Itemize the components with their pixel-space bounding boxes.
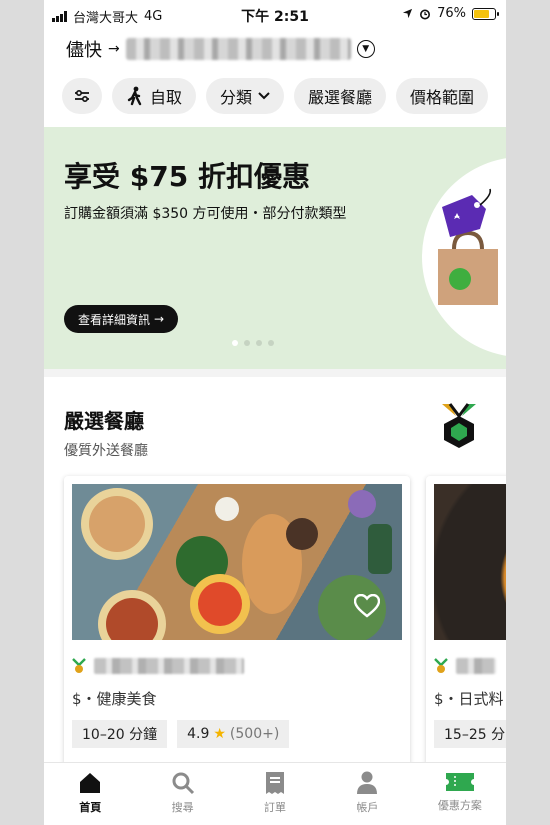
category-chip[interactable]: 分類	[206, 78, 285, 114]
restaurant-card[interactable]: $・日式料 15–25 分	[426, 476, 506, 766]
tab-orders[interactable]: 訂單	[229, 763, 321, 825]
top-eats-badge-icon	[442, 403, 476, 448]
sliders-icon	[75, 89, 89, 103]
restaurant-name-redacted	[94, 658, 244, 674]
filter-chips: 自取 分類 嚴選餐廳 價格範圍	[62, 78, 489, 114]
top-eats-chip-label: 嚴選餐廳	[308, 88, 373, 107]
tab-offers[interactable]: 優惠方案	[414, 763, 506, 825]
promo-details-button[interactable]: 查看詳細資訊 →	[64, 305, 179, 333]
shopping-bag-illustration	[438, 188, 498, 305]
pickup-chip-label: 自取	[150, 88, 183, 107]
arrow-label: →	[108, 41, 120, 57]
tab-account-label: 帳戶	[356, 801, 379, 814]
chevron-down-icon[interactable]: ▼	[356, 40, 375, 58]
tab-home[interactable]: 首頁	[44, 763, 136, 825]
promo-banner[interactable]: 享受 $75 折扣優惠 訂購金額須滿 $350 方可使用・部分付款類型 查看詳細…	[44, 127, 506, 369]
top-eats-mini-icon	[72, 658, 86, 673]
rating-value: 4.9	[187, 726, 210, 742]
restaurant-photo	[434, 484, 506, 640]
price-range-chip-label: 價格範圍	[410, 88, 475, 107]
alarm-icon	[420, 9, 431, 19]
address-text-redacted	[125, 38, 351, 60]
status-bar: 台灣大哥大 4G 下午 2:51 76%	[44, 0, 506, 30]
filter-settings-chip[interactable]	[62, 78, 102, 114]
carousel-dot[interactable]	[244, 340, 250, 346]
search-icon	[172, 772, 194, 795]
home-icon	[80, 773, 101, 793]
battery-icon	[472, 7, 499, 20]
restaurant-name-redacted	[456, 658, 496, 674]
person-icon	[357, 771, 378, 794]
carousel-indicator	[232, 340, 274, 346]
top-eats-mini-icon	[434, 658, 448, 673]
promo-subtitle: 訂購金額須滿 $350 方可使用・部分付款類型	[64, 206, 347, 222]
restaurant-name-row	[72, 658, 244, 674]
category-chip-label: 分類	[220, 88, 253, 107]
receipt-icon	[266, 772, 285, 794]
carousel-dot[interactable]	[232, 340, 238, 346]
ticket-icon	[445, 773, 474, 791]
bottom-tab-bar: 首頁 搜尋 訂單 帳戶 優惠方案	[44, 762, 506, 825]
restaurant-card[interactable]: $・健康美食 10–20 分鐘 4.9 ★ (500+)	[64, 476, 410, 766]
promo-details-label: 查看詳細資訊	[78, 312, 151, 327]
chevron-down-icon	[258, 92, 270, 100]
location-arrow-icon	[403, 8, 413, 19]
rating-tag: 4.9 ★ (500+)	[177, 720, 290, 748]
delivery-time-value: 15–25 分	[444, 727, 506, 743]
restaurant-category: $・健康美食	[72, 690, 157, 708]
carousel-dot[interactable]	[256, 340, 262, 346]
tab-offers-label: 優惠方案	[437, 799, 482, 812]
battery-percent: 76%	[437, 6, 466, 21]
tab-orders-label: 訂單	[264, 801, 287, 814]
restaurant-category: $・日式料	[434, 690, 504, 708]
tab-account[interactable]: 帳戶	[321, 763, 413, 825]
app-frame: 台灣大哥大 4G 下午 2:51 76% 儘快 → ▼ 自取 分類 嚴選餐廳 價…	[44, 0, 506, 825]
delivery-time-tag: 10–20 分鐘	[72, 720, 168, 748]
restaurant-photo	[72, 484, 402, 640]
walk-icon	[127, 86, 142, 106]
heart-icon[interactable]	[354, 594, 380, 618]
carousel-dot[interactable]	[268, 340, 274, 346]
top-eats-chip[interactable]: 嚴選餐廳	[294, 78, 387, 114]
section-title: 嚴選餐廳	[64, 409, 144, 433]
restaurant-name-row	[434, 658, 496, 674]
review-count: (500+)	[229, 726, 280, 742]
price-range-chip[interactable]: 價格範圍	[396, 78, 489, 114]
star-icon: ★	[213, 726, 226, 742]
section-subtitle: 優質外送餐廳	[64, 443, 148, 459]
delivery-time-label: 儘快	[66, 40, 102, 61]
pickup-chip[interactable]: 自取	[112, 78, 197, 114]
arrow-right-icon: →	[154, 312, 165, 326]
promo-title: 享受 $75 折扣優惠	[64, 160, 310, 193]
tab-home-label: 首頁	[79, 801, 102, 814]
tab-search-label: 搜尋	[171, 801, 194, 814]
tab-search[interactable]: 搜尋	[136, 763, 228, 825]
delivery-time-value: 10–20 分鐘	[82, 727, 158, 743]
section-divider	[44, 369, 506, 377]
delivery-address-selector[interactable]: 儘快 → ▼	[66, 36, 375, 62]
delivery-time-tag: 15–25 分	[434, 720, 506, 748]
